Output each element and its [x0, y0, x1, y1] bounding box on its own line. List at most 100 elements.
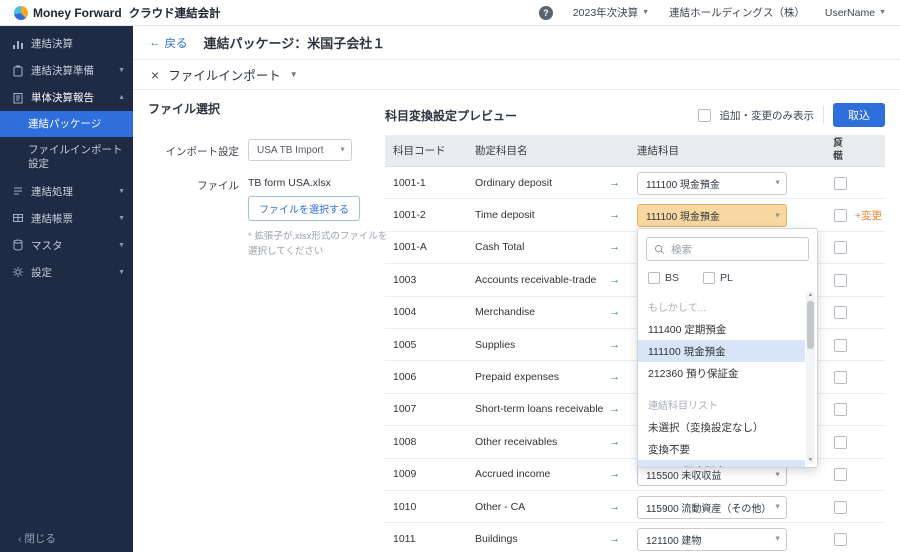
table-row: 1011 Buildings → 121100 建物 ▼ — [385, 523, 885, 552]
brand-logo[interactable]: Money Forward クラウド連結会計 — [14, 5, 221, 21]
sidebar-item-consolidation-processing[interactable]: 連結処理 ▼ — [0, 178, 133, 205]
close-icon[interactable]: × — [151, 68, 159, 82]
scroll-up-icon[interactable]: ▲ — [806, 292, 815, 298]
chevron-down-icon: ▼ — [118, 215, 125, 222]
bs-filter[interactable]: BS — [648, 272, 679, 284]
pl-checkbox[interactable] — [703, 272, 715, 284]
show-changes-only-label: 追加・変更のみ表示 — [720, 108, 815, 123]
bs-pl-filter: BS PL — [638, 269, 817, 291]
target-account-value: 111100 現金預金 — [646, 208, 720, 223]
table-header-row: 科目コード 勘定科目名 連結科目 貸借 反転 — [385, 135, 885, 167]
sidebar-item-consolidated-closing[interactable]: 連結決算 — [0, 30, 133, 57]
dropdown-option[interactable]: 変換不要 — [638, 438, 805, 460]
chevron-down-icon: ▼ — [118, 242, 125, 249]
pl-filter[interactable]: PL — [703, 272, 733, 284]
dc-flip-checkbox[interactable] — [834, 177, 847, 190]
account-code: 1008 — [393, 426, 416, 457]
sidebar-item-label: 連結処理 — [31, 184, 73, 199]
account-select-dropdown: 検索 BS PL もしかして... 111400 定期預金 111100 現金預… — [637, 228, 818, 468]
dropdown-option[interactable]: 111400 定期預金 — [638, 318, 805, 340]
gear-icon — [12, 266, 24, 278]
account-code: 1006 — [393, 361, 416, 392]
sidebar-item-master[interactable]: マスタ ▼ — [0, 232, 133, 259]
account-name: Time deposit — [475, 199, 535, 230]
dc-flip-checkbox[interactable] — [834, 468, 847, 481]
account-code: 1003 — [393, 264, 416, 295]
dc-flip-checkbox[interactable] — [834, 274, 847, 287]
chevron-down-icon: ▼ — [774, 471, 781, 478]
chevron-down-icon: ▼ — [774, 504, 781, 511]
user-menu[interactable]: UserName ▼ — [825, 7, 886, 19]
dc-flip-checkbox[interactable] — [834, 436, 847, 449]
bar-chart-icon — [12, 38, 24, 50]
import-setting-select[interactable]: USA TB Import ▼ — [248, 139, 352, 161]
sidebar-item-label: マスタ — [31, 238, 63, 253]
scrollbar-thumb[interactable] — [807, 301, 814, 349]
dc-flip-checkbox[interactable] — [834, 209, 847, 222]
dropdown-option[interactable]: 212360 預り保証金 — [638, 362, 805, 384]
dropdown-option[interactable]: 未選択（変換設定なし） — [638, 416, 805, 438]
dc-flip-checkbox[interactable] — [834, 241, 847, 254]
account-code: 1005 — [393, 329, 416, 360]
page-title: 連結パッケージ：米国子会社１ — [204, 33, 386, 52]
product-name: クラウド連結会計 — [129, 5, 221, 21]
account-name: Short-term loans receivable — [475, 394, 603, 425]
sidebar-subitem-file-import-settings[interactable]: ファイルインポート設定 — [0, 137, 133, 177]
sidebar-item-settings[interactable]: 設定 ▼ — [0, 259, 133, 286]
sidebar-item-label: 設定 — [31, 265, 52, 280]
topbar: Money Forward クラウド連結会計 ? 2023年次決算 ▼ 連結ホー… — [0, 0, 900, 26]
sidebar-item-consolidation-reports[interactable]: 連結帳票 ▼ — [0, 205, 133, 232]
chevron-down-icon: ▼ — [774, 536, 781, 543]
dc-flip-checkbox[interactable] — [834, 501, 847, 514]
chevron-down-icon: ▼ — [118, 67, 125, 74]
target-account-value: 115500 未収収益 — [646, 467, 721, 482]
company-name: 連結ホールディングス（株） — [669, 5, 805, 20]
search-input[interactable]: 検索 — [646, 237, 809, 261]
account-code: 1009 — [393, 459, 416, 490]
dc-flip-checkbox[interactable] — [834, 403, 847, 416]
map-arrow-icon: → — [609, 426, 620, 457]
sidebar-item-closing-preparation[interactable]: 連結決算準備 ▼ — [0, 57, 133, 84]
company-label: 連結ホールディングス（株） — [669, 5, 805, 20]
map-arrow-icon: → — [609, 297, 620, 328]
choose-file-button[interactable]: ファイルを選択する — [248, 196, 360, 221]
sidebar-item-label: 単体決算報告 — [31, 90, 94, 105]
target-account-select[interactable]: 121100 建物 ▼ — [637, 528, 787, 551]
map-arrow-icon: → — [609, 394, 620, 425]
map-arrow-icon: → — [609, 199, 620, 230]
dc-flip-checkbox[interactable] — [834, 533, 847, 546]
dc-flip-checkbox[interactable] — [834, 371, 847, 384]
target-account-select[interactable]: 115900 流動資産（その他） ▼ — [637, 496, 787, 519]
target-account-select[interactable]: 111100 現金預金 ▼ — [637, 172, 787, 195]
dropdown-option-selected[interactable]: 111100 現金預金 — [638, 340, 805, 362]
period-selector[interactable]: 2023年次決算 ▼ — [573, 5, 649, 20]
bs-checkbox[interactable] — [648, 272, 660, 284]
chevron-down-icon[interactable]: ▼ — [290, 70, 298, 79]
help-icon[interactable]: ? — [539, 6, 553, 20]
import-button[interactable]: 取込 — [833, 103, 885, 127]
scroll-down-icon[interactable]: ▼ — [806, 457, 815, 463]
sidebar-item-single-entity-reporting[interactable]: 単体決算報告 ▲ — [0, 84, 133, 111]
sidebar-item-label: 連結決算準備 — [31, 63, 94, 78]
table-row: 1010 Other - CA → 115900 流動資産（その他） ▼ — [385, 491, 885, 523]
account-code: 1011 — [393, 523, 416, 552]
dc-flip-checkbox[interactable] — [834, 339, 847, 352]
sidebar-collapse-button[interactable]: ‹ 閉じる — [0, 531, 133, 546]
account-name: Accrued income — [475, 459, 550, 490]
dc-flip-checkbox[interactable] — [834, 306, 847, 319]
dropdown-scrollbar[interactable]: ▲ ▼ — [806, 291, 815, 464]
brand-name: Money Forward — [33, 6, 122, 20]
target-account-select-open[interactable]: 111100 現金預金 ▼ — [637, 204, 787, 227]
chevron-down-icon: ▼ — [879, 9, 886, 16]
map-arrow-icon: → — [609, 167, 620, 198]
back-button[interactable]: ← 戻る — [149, 35, 188, 51]
preview-header: 科目変換設定プレビュー 追加・変更のみ表示 取込 — [385, 102, 885, 128]
main-content: ← 戻る 連結パッケージ：米国子会社１ × ファイルインポート ▼ ファイル選択… — [133, 26, 900, 552]
show-changes-only-checkbox[interactable] — [698, 109, 711, 122]
file-import-title: ファイルインポート — [168, 65, 281, 84]
sidebar-subitem-consolidation-package[interactable]: 連結パッケージ — [0, 111, 133, 137]
dropdown-option-selected[interactable]: 111100 現金預金 — [638, 460, 805, 468]
chevron-down-icon: ▼ — [774, 212, 781, 219]
file-label: ファイル — [148, 177, 248, 259]
chevron-down-icon: ▼ — [642, 9, 649, 16]
